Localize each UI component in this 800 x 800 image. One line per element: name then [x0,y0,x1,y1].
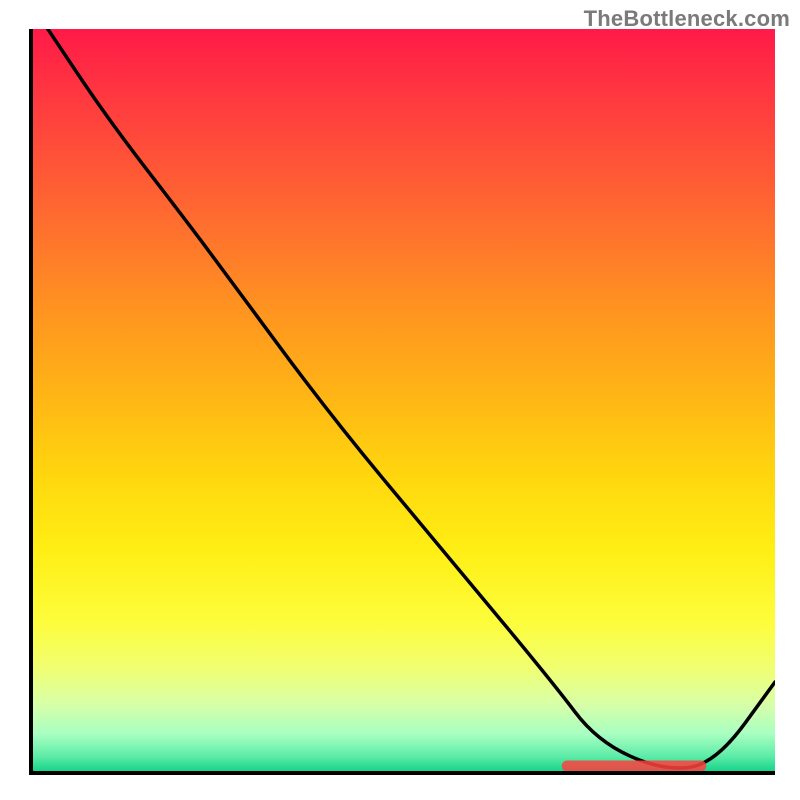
chart-curve [48,29,775,768]
chart-plot-area [29,29,775,775]
chart-svg [33,29,775,771]
